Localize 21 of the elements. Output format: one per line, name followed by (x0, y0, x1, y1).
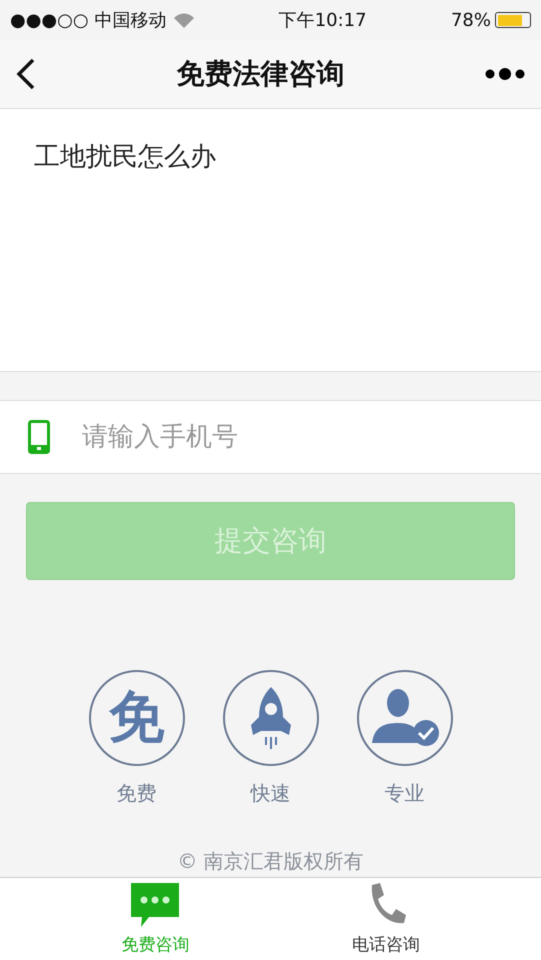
tab-item[interactable]: 电话咨询 (306, 878, 466, 960)
phone-input[interactable]: 请输入手机号 (80, 421, 513, 453)
mobile-phone-icon (28, 420, 50, 454)
battery-text: 78% (450, 10, 491, 30)
wifi-icon (174, 12, 194, 28)
feature-label: 专业 (384, 780, 424, 807)
feature-label: 快速 (250, 780, 290, 807)
carrier-text: ●●●○○ 中国移动 (10, 9, 166, 32)
question-text[interactable]: 工地扰民怎么办 (34, 142, 216, 172)
page-title: 免费法律咨询 (176, 56, 344, 92)
chat-icon (129, 881, 182, 929)
status-time: 下午10:17 (278, 9, 367, 32)
character-icon: 免 (108, 690, 164, 746)
copyright-text: © 南京汇君版权所有 (177, 849, 364, 873)
feature-label: 免费 (116, 780, 156, 807)
phone-field[interactable]: 请输入手机号 (0, 400, 541, 474)
more-icon[interactable] (485, 67, 525, 81)
battery-icon (495, 12, 531, 28)
person-check-icon (370, 687, 440, 749)
back-icon[interactable] (16, 58, 36, 90)
rocket-icon (248, 687, 292, 749)
